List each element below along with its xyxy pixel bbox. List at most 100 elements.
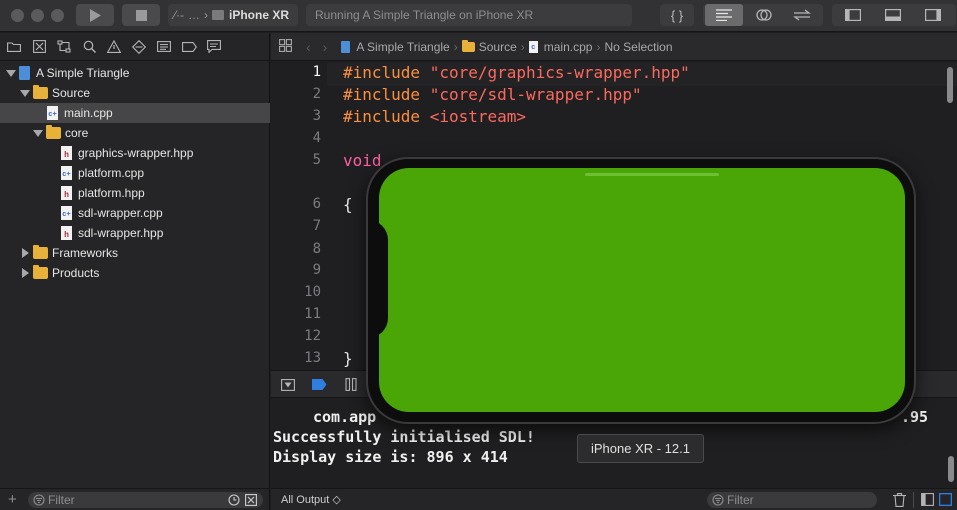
console-view-toggle-icon[interactable]	[939, 493, 952, 506]
breadcrumb-file[interactable]: c main.cpp	[528, 40, 592, 54]
related-items-icon[interactable]	[279, 38, 292, 55]
editor-scrollbar[interactable]	[947, 67, 953, 103]
tree-item-sdl-wrapper-hpp[interactable]: h sdl-wrapper.hpp	[0, 223, 270, 243]
tree-item-platform-cpp[interactable]: c+ platform.cpp	[0, 163, 270, 183]
toggle-debug-area-button[interactable]	[874, 4, 912, 26]
code-token: void	[343, 151, 382, 170]
code-line[interactable]: void	[343, 151, 382, 170]
project-icon	[19, 66, 30, 80]
minimize-window-button[interactable]	[31, 9, 44, 22]
tree-item-project[interactable]: A Simple Triangle	[0, 63, 270, 83]
arrows-icon	[793, 9, 811, 21]
tree-item-platform-hpp[interactable]: h platform.hpp	[0, 183, 270, 203]
disclosure-closed-icon[interactable]	[20, 248, 30, 258]
version-editor-button[interactable]	[783, 4, 821, 26]
issue-tab-icon[interactable]	[106, 39, 122, 55]
stop-icon	[135, 9, 147, 21]
console-scrollbar[interactable]	[948, 456, 954, 482]
debug-tab-icon[interactable]	[156, 39, 172, 55]
project-icon	[341, 40, 351, 53]
simulator-device-frame[interactable]	[366, 157, 916, 424]
tree-item-label: Frameworks	[52, 246, 119, 260]
tree-item-label: main.cpp	[64, 106, 113, 120]
console-line: com.app	[313, 408, 377, 426]
standard-editor-button[interactable]	[705, 4, 743, 26]
folder-icon	[33, 245, 48, 259]
output-selector[interactable]: All Output ◇	[281, 493, 341, 506]
source-control-tab-icon[interactable]	[31, 39, 47, 55]
hide-debug-area-icon[interactable]	[281, 379, 295, 391]
device-icon	[212, 10, 224, 20]
symbol-tab-icon[interactable]	[56, 39, 72, 55]
chevron-right-icon: ›	[596, 39, 601, 54]
line-number: 1	[312, 64, 321, 80]
simulator-screen[interactable]	[379, 168, 905, 412]
code-line[interactable]: #include <iostream>	[343, 107, 526, 126]
toggle-navigator-button[interactable]	[834, 4, 872, 26]
code-token: "core/sdl-wrapper.hpp"	[429, 85, 642, 104]
close-window-button[interactable]	[11, 9, 24, 22]
scheme-selector[interactable]: ⁄·- … › iPhone XR	[168, 4, 298, 26]
show-only-changed-icon[interactable]	[245, 494, 257, 506]
toolbar: ⁄·- … › iPhone XR Running A Simple Trian…	[0, 0, 957, 32]
code-token: #include	[343, 85, 430, 104]
code-token: #include	[343, 63, 430, 82]
disclosure-open-icon[interactable]	[6, 68, 16, 78]
tree-item-sdl-wrapper-cpp[interactable]: c+ sdl-wrapper.cpp	[0, 203, 270, 223]
tree-item-label: core	[65, 126, 89, 140]
tree-item-graphics-wrapper-hpp[interactable]: h graphics-wrapper.hpp	[0, 143, 270, 163]
stop-button[interactable]	[122, 4, 160, 26]
breakpoint-tab-icon[interactable]	[181, 39, 197, 55]
scheme-target: …	[188, 8, 200, 22]
chevron-right-icon: ›	[204, 8, 208, 22]
cpp-file-icon: c	[528, 40, 538, 53]
pause-icon[interactable]	[345, 378, 357, 391]
code-review-button[interactable]: { }	[660, 4, 694, 26]
navigator-filter-input[interactable]: Filter	[28, 492, 263, 508]
forward-arrow-icon[interactable]: ›	[323, 39, 328, 55]
home-indicator	[585, 173, 719, 176]
code-line[interactable]: #include "core/sdl-wrapper.hpp"	[343, 85, 642, 104]
disclosure-open-icon[interactable]	[20, 88, 30, 98]
find-tab-icon[interactable]	[81, 39, 97, 55]
console-bottom-bar: All Output ◇ Filter	[271, 488, 957, 510]
disclosure-closed-icon[interactable]	[20, 268, 30, 278]
tree-item-frameworks-folder[interactable]: Frameworks	[0, 243, 270, 263]
tree-item-source-folder[interactable]: Source	[0, 83, 270, 103]
line-number: 8	[312, 241, 321, 257]
tree-item-main-cpp[interactable]: c+ main.cpp	[0, 103, 270, 123]
console-filter-input[interactable]: Filter	[707, 492, 877, 508]
tree-item-label: A Simple Triangle	[36, 66, 130, 80]
breakpoints-toggle-icon[interactable]	[312, 379, 327, 390]
assistant-editor-button[interactable]	[745, 4, 783, 26]
folder-icon	[461, 39, 475, 52]
code-line[interactable]: {	[343, 195, 353, 214]
tree-item-label: Products	[52, 266, 100, 280]
toggle-inspector-button[interactable]	[914, 4, 952, 26]
breadcrumb-project[interactable]: A Simple Triangle	[341, 40, 450, 54]
console-line: Display size is: 896 x 414	[273, 448, 508, 466]
breadcrumb-folder[interactable]: Source	[461, 39, 517, 54]
tree-item-products-folder[interactable]: Products	[0, 263, 270, 283]
line-number: 12	[304, 328, 321, 344]
code-token: <iostream>	[429, 107, 527, 126]
report-tab-icon[interactable]	[206, 39, 222, 55]
folder-tab-icon[interactable]	[6, 39, 22, 55]
device-name: iPhone XR	[229, 8, 290, 22]
filter-icon	[712, 494, 724, 506]
zoom-window-button[interactable]	[51, 9, 64, 22]
run-button[interactable]	[76, 4, 114, 26]
disclosure-open-icon[interactable]	[33, 128, 43, 138]
tree-item-label: sdl-wrapper.hpp	[78, 226, 164, 240]
back-arrow-icon[interactable]: ‹	[306, 39, 311, 55]
folder-icon	[33, 85, 48, 99]
variables-view-toggle-icon[interactable]	[921, 493, 934, 506]
tree-item-core-folder[interactable]: core	[0, 123, 270, 143]
breadcrumb-selection[interactable]: No Selection	[604, 40, 672, 54]
code-line[interactable]: }	[343, 349, 353, 368]
add-icon[interactable]: +	[8, 491, 17, 508]
code-line[interactable]: #include "core/graphics-wrapper.hpp"	[343, 63, 690, 82]
trash-icon[interactable]	[893, 493, 906, 507]
test-tab-icon[interactable]	[131, 39, 147, 55]
recent-files-icon[interactable]	[228, 494, 240, 506]
